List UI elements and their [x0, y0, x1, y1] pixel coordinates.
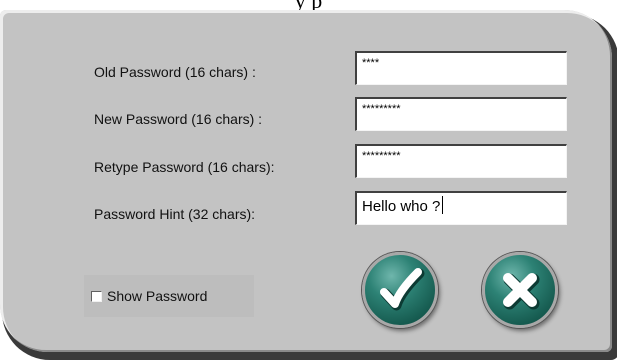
show-password-checkbox[interactable]	[91, 290, 102, 302]
old-password-label: Old Password (16 chars) :	[94, 64, 256, 80]
password-hint-value: Hello who ?	[362, 198, 441, 215]
new-password-field[interactable]: *********	[355, 97, 567, 131]
retype-password-label: Retype Password (16 chars):	[94, 159, 275, 175]
ok-button[interactable]	[362, 252, 438, 328]
show-password-toggle[interactable]: Show Password	[84, 275, 254, 317]
password-hint-label: Password Hint (32 chars):	[94, 206, 256, 222]
retype-password-field[interactable]: *********	[355, 144, 567, 178]
cancel-button[interactable]	[482, 252, 558, 328]
new-password-label: New Password (16 chars) :	[94, 111, 263, 127]
old-password-field[interactable]: ****	[355, 51, 567, 85]
text-caret	[442, 196, 444, 214]
x-icon	[503, 273, 540, 310]
checkmark-icon	[380, 268, 425, 311]
password-hint-field[interactable]: Hello who ?	[355, 191, 567, 225]
show-password-label: Show Password	[107, 288, 208, 304]
